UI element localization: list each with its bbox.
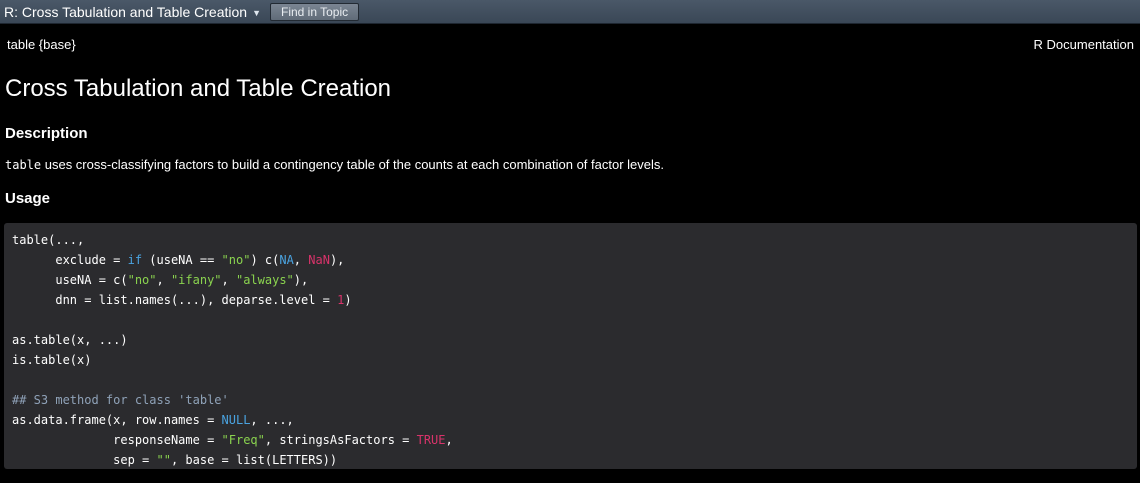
code-token: "Freq" [221, 433, 265, 447]
description-code: table [5, 158, 42, 172]
code-line: sep = "", base = list(LETTERS)) [12, 453, 337, 467]
code-token: , ..., [250, 413, 294, 427]
code-line: table(..., [12, 233, 84, 247]
code-token: dnn = list.names(...), deparse.level = [12, 293, 338, 307]
code-token: "always" [235, 273, 294, 287]
code-token: , stringsAsFactors = [264, 433, 417, 447]
code-line: as.data.frame(x, row.names = NULL, ..., [12, 413, 294, 427]
help-toolbar: R: Cross Tabulation and Table Creation ▼… [0, 0, 1140, 24]
chevron-down-icon: ▼ [252, 7, 261, 18]
code-token: NaN [308, 253, 330, 267]
code-line: ## S3 method for class 'table' [12, 393, 229, 407]
find-in-topic-button[interactable]: Find in Topic [270, 2, 360, 21]
code-token: ) c( [250, 253, 280, 267]
topic-selector[interactable]: R: Cross Tabulation and Table Creation ▼ [4, 4, 261, 20]
code-token: , base = list(LETTERS)) [170, 453, 338, 467]
r-documentation-label: R Documentation [1033, 37, 1134, 52]
code-token: , [445, 433, 453, 447]
code-line: dnn = list.names(...), deparse.level = 1… [12, 293, 352, 307]
code-line: useNA = c("no", "ifany", "always"), [12, 273, 308, 287]
usage-code: table(..., exclude = if (useNA == "no") … [12, 230, 1137, 470]
topic-title: R: Cross Tabulation and Table Creation [4, 3, 248, 20]
code-token: , [221, 273, 236, 287]
code-token: as.data.frame(x, row.names = [12, 413, 222, 427]
code-token: (useNA == [142, 253, 222, 267]
code-token: useNA = c( [12, 273, 128, 287]
code-token: responseName = [12, 433, 222, 447]
code-token: exclude = [12, 253, 128, 267]
code-token: "" [156, 453, 171, 467]
package-label: table {base} [7, 37, 76, 52]
description-heading: Description [5, 125, 88, 142]
description-text: table uses cross-classifying factors to … [5, 157, 664, 172]
code-line: is.table(x) [12, 353, 91, 367]
code-token: sep = [12, 453, 157, 467]
page-title: Cross Tabulation and Table Creation [5, 75, 392, 102]
code-line: exclude = if (useNA == "no") c(NA, NaN), [12, 253, 344, 267]
code-token: "ifany" [170, 273, 222, 287]
code-token: ) [344, 293, 352, 307]
usage-heading: Usage [5, 190, 51, 207]
code-token: NA [279, 253, 294, 267]
code-token: , [156, 273, 171, 287]
doc-header: table {base} R Documentation [7, 37, 1134, 52]
code-token: TRUE [416, 433, 446, 447]
code-token: if [127, 253, 143, 267]
code-token: "no" [127, 273, 157, 287]
code-token: ## S3 method for class 'table' [12, 393, 229, 407]
description-body: uses cross-classifying factors to build … [41, 157, 665, 172]
code-token: table(..., [12, 233, 85, 247]
code-line: responseName = "Freq", stringsAsFactors … [12, 433, 453, 447]
code-token: , [293, 253, 309, 267]
code-token: "no" [221, 253, 251, 267]
code-token: NULL [221, 413, 251, 427]
code-token: ), [293, 273, 309, 287]
code-token: as.table(x, ...) [12, 333, 128, 347]
code-line: as.table(x, ...) [12, 333, 128, 347]
usage-code-block: table(..., exclude = if (useNA == "no") … [4, 223, 1137, 469]
code-token: is.table(x) [12, 353, 92, 367]
code-token: ), [329, 253, 345, 267]
